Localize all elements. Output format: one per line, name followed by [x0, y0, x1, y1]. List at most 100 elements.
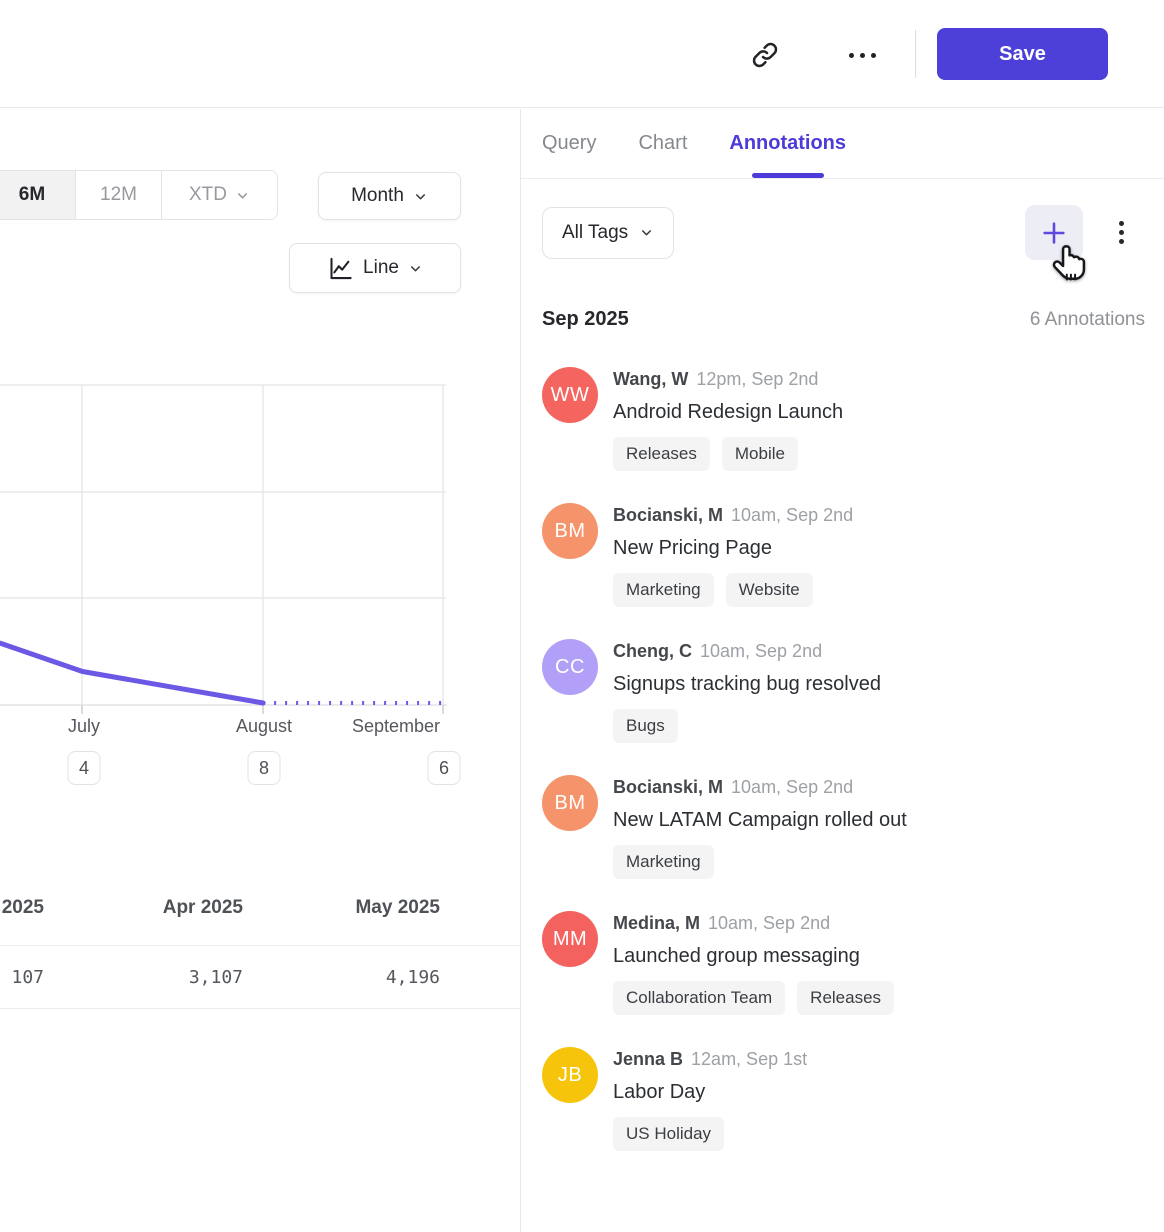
annotation-tags: Collaboration Team Releases — [613, 981, 894, 1015]
line-chart[interactable] — [0, 377, 447, 717]
date-range-segmented-control: 6M 12M XTD — [0, 170, 278, 220]
annotation-item[interactable]: JB Jenna B12am, Sep 1st Labor Day US Hol… — [542, 1047, 1145, 1151]
annotation-time: 12am, Sep 1st — [691, 1049, 807, 1069]
annotations-body: All Tags Sep 2025 6 Annotation — [521, 179, 1164, 1232]
table-divider — [0, 945, 520, 946]
annotation-meta: Bocianski, M 10am, Sep 2nd — [613, 776, 907, 798]
annotation-item[interactable]: CC Cheng, C10am, Sep 2nd Signups trackin… — [542, 639, 1145, 743]
annotation-time: 12pm, Sep 2nd — [696, 369, 818, 389]
main-area: 6M 12M XTD Month Line — [0, 109, 1164, 1232]
annotation-tag[interactable]: Website — [726, 573, 813, 607]
range-xtd-button[interactable]: XTD — [161, 171, 277, 219]
header-divider — [915, 30, 916, 78]
avatar-initials: MM — [553, 928, 587, 951]
annotations-panel: Query Chart Annotations All Tags — [521, 109, 1164, 1232]
avatar-initials: WW — [551, 384, 590, 407]
annotation-count-badge[interactable]: 6 — [428, 751, 461, 785]
annotation-tag[interactable]: Marketing — [613, 573, 714, 607]
annotations-toolbar: All Tags — [542, 205, 1145, 260]
annotation-item[interactable]: BM Bocianski, M 10am, Sep 2nd New LATAM C… — [542, 775, 1145, 879]
annotation-tags: Bugs — [613, 709, 881, 743]
x-axis-tick-label: September — [352, 716, 440, 737]
annotation-item[interactable]: MM Medina, M 10am, Sep 2nd Launched group… — [542, 911, 1145, 1015]
annotation-tag[interactable]: Marketing — [613, 845, 714, 879]
annotation-count-badge[interactable]: 4 — [68, 751, 101, 785]
granularity-label: Month — [351, 185, 404, 207]
annotation-title: Android Redesign Launch — [613, 397, 843, 427]
chevron-down-icon — [413, 189, 428, 204]
ellipsis-icon — [849, 53, 854, 58]
chevron-down-icon — [408, 261, 423, 276]
annotation-content: Jenna B12am, Sep 1st Labor Day US Holida… — [613, 1047, 807, 1151]
top-bar: Save — [0, 0, 1164, 108]
add-annotation-button[interactable] — [1025, 205, 1083, 260]
annotation-tag[interactable]: Mobile — [722, 437, 798, 471]
annotation-title: Launched group messaging — [613, 941, 894, 971]
annotation-tags: Releases Mobile — [613, 437, 843, 471]
tab-chart[interactable]: Chart — [638, 109, 687, 178]
annotation-author: Medina, M — [613, 913, 700, 933]
annotation-content: Cheng, C 10am, Sep 2nd Signups tracking b… — [613, 639, 881, 743]
annotation-meta: Jenna B12am, Sep 1st — [613, 1048, 807, 1070]
kebab-icon — [1119, 221, 1124, 226]
table-column-header: Apr 2025 — [139, 897, 243, 919]
annotation-content: Bocianski, M10am, Sep 2nd New Pricing Pa… — [613, 503, 853, 607]
annotation-tag[interactable]: Collaboration Team — [613, 981, 785, 1015]
tab-query[interactable]: Query — [542, 109, 596, 178]
chevron-down-icon — [235, 188, 250, 203]
avatar: WW — [542, 367, 598, 423]
annotation-meta: Medina, M 10am, Sep 2nd — [613, 912, 894, 934]
annotation-tag[interactable]: US Holiday — [613, 1117, 724, 1151]
avatar-initials: BM — [555, 520, 586, 543]
tab-annotations[interactable]: Annotations — [729, 109, 846, 178]
chart-panel: 6M 12M XTD Month Line — [0, 109, 521, 1232]
table-cell-value: 3,107 — [139, 967, 243, 988]
more-actions-button[interactable] — [841, 42, 883, 68]
annotation-time: 10am, Sep 2nd — [731, 505, 853, 525]
annotation-title: New LATAM Campaign rolled out — [613, 805, 907, 835]
panel-tabs: Query Chart Annotations — [521, 109, 1164, 179]
avatar-initials: BM — [555, 792, 586, 815]
all-tags-label: All Tags — [562, 222, 628, 244]
annotation-author: Bocianski, M — [613, 777, 723, 797]
granularity-dropdown[interactable]: Month — [318, 172, 461, 220]
all-tags-dropdown[interactable]: All Tags — [542, 207, 674, 259]
annotation-title: Signups tracking bug resolved — [613, 669, 881, 699]
plus-icon — [1040, 219, 1068, 247]
annotation-tag[interactable]: Bugs — [613, 709, 678, 743]
annotation-content: Bocianski, M 10am, Sep 2nd New LATAM Camp… — [613, 775, 907, 879]
table-divider — [0, 1008, 520, 1009]
annotation-title: Labor Day — [613, 1077, 807, 1107]
section-month-label: Sep 2025 — [542, 308, 629, 331]
annotation-tag[interactable]: Releases — [613, 437, 710, 471]
range-xtd-label: XTD — [189, 184, 227, 206]
table-cell-value: 107 — [0, 967, 44, 988]
link-icon — [750, 40, 780, 70]
annotation-author: Cheng, C — [613, 641, 692, 661]
annotation-time: 10am, Sep 2nd — [700, 641, 822, 661]
annotation-time: 10am, Sep 2nd — [708, 913, 830, 933]
annotation-time: 10am, Sep 2nd — [731, 777, 853, 797]
chart-type-label: Line — [363, 257, 399, 279]
copy-link-button[interactable] — [747, 38, 783, 72]
range-6m-button[interactable]: 6M — [0, 171, 75, 219]
avatar: BM — [542, 503, 598, 559]
annotation-item[interactable]: BM Bocianski, M10am, Sep 2nd New Pricing… — [542, 503, 1145, 607]
range-12m-button[interactable]: 12M — [75, 171, 161, 219]
table-column-header: May 2025 — [326, 897, 440, 919]
avatar: JB — [542, 1047, 598, 1103]
save-button[interactable]: Save — [937, 28, 1108, 80]
annotation-item[interactable]: WW Wang, W 12pm, Sep 2nd Android Redesign… — [542, 367, 1145, 471]
avatar: BM — [542, 775, 598, 831]
chart-type-dropdown[interactable]: Line — [289, 243, 461, 293]
annotations-section-header: Sep 2025 6 Annotations — [542, 308, 1145, 331]
annotation-meta: Cheng, C 10am, Sep 2nd — [613, 640, 881, 662]
chart-line-layer — [0, 643, 446, 703]
annotation-author: Bocianski, M — [613, 505, 723, 525]
annotation-count-badge[interactable]: 8 — [248, 751, 281, 785]
annotations-count: 6 Annotations — [1030, 309, 1145, 331]
annotation-author: Wang, W — [613, 369, 688, 389]
annotation-meta: Wang, W 12pm, Sep 2nd — [613, 368, 843, 390]
annotations-menu-button[interactable] — [1113, 221, 1129, 244]
annotation-tag[interactable]: Releases — [797, 981, 894, 1015]
